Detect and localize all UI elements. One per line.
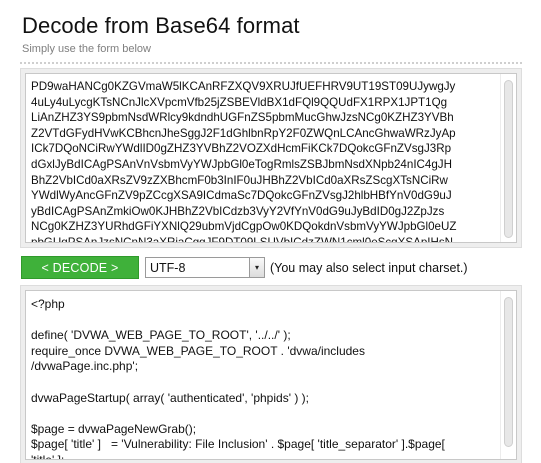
input-scrollbar[interactable]: [500, 74, 516, 242]
page-title: Decode from Base64 format: [22, 13, 300, 38]
output-scrollbar[interactable]: [500, 291, 516, 459]
charset-hint: (You may also select input charset.): [270, 261, 468, 275]
decoded-output-text[interactable]: <?php define( 'DVWA_WEB_PAGE_TO_ROOT', '…: [31, 297, 497, 459]
output-scrollbar-thumb[interactable]: [504, 297, 513, 447]
input-scrollbar-thumb[interactable]: [504, 80, 513, 238]
output-panel: <?php define( 'DVWA_WEB_PAGE_TO_ROOT', '…: [20, 285, 522, 463]
charset-select[interactable]: UTF-8 ▾: [145, 257, 265, 278]
page-subtitle: Simply use the form below: [22, 43, 151, 55]
decoded-output-textarea[interactable]: <?php define( 'DVWA_WEB_PAGE_TO_ROOT', '…: [25, 290, 517, 460]
base64-input-text[interactable]: PD9waHANCg0KZGVmaW5lKCAnRFZXQV9XRUJfUEFH…: [31, 79, 497, 242]
input-panel: PD9waHANCg0KZGVmaW5lKCAnRFZXQV9XRUJfUEFH…: [20, 68, 522, 248]
charset-selected-value: UTF-8: [150, 260, 186, 275]
header-divider: [20, 62, 522, 64]
base64-input-textarea[interactable]: PD9waHANCg0KZGVmaW5lKCAnRFZXQV9XRUJfUEFH…: [25, 73, 517, 243]
chevron-down-icon[interactable]: ▾: [249, 258, 264, 277]
decode-button[interactable]: < DECODE >: [21, 256, 139, 279]
